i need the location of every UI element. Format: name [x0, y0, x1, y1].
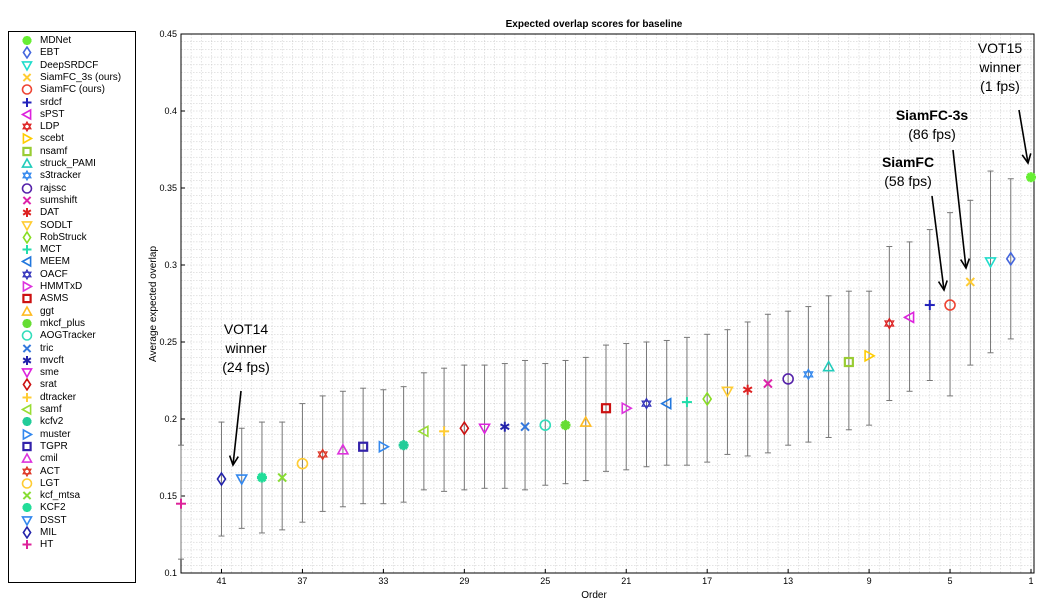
annotation-text: winner — [978, 59, 1021, 75]
annotation-text: (1 fps) — [980, 78, 1020, 94]
y-tick-label: 0.25 — [159, 337, 177, 347]
x-tick-label: 41 — [216, 576, 226, 586]
annotation-text: (86 fps) — [908, 126, 955, 142]
point-dtracker — [439, 426, 450, 437]
error-bar — [886, 246, 893, 402]
error-bar — [542, 363, 549, 486]
error-bar — [461, 364, 468, 491]
x-tick-label: 37 — [297, 576, 307, 586]
y-tick-label: 0.35 — [159, 183, 177, 193]
point-mct — [681, 397, 692, 408]
error-bar — [805, 306, 812, 443]
annotation-text: (58 fps) — [884, 173, 931, 189]
x-tick-label: 21 — [621, 576, 631, 586]
annotation-arrow — [952, 149, 971, 270]
error-bar — [704, 333, 711, 463]
y-tick-label: 0.4 — [164, 106, 177, 116]
point-ht — [176, 498, 186, 509]
y-tick-label: 0.1 — [164, 568, 177, 578]
error-bar — [380, 389, 387, 505]
error-bar — [238, 427, 245, 529]
annotation-text: winner — [224, 340, 267, 356]
error-bar — [947, 212, 954, 397]
error-bar — [603, 344, 609, 472]
annotation-text: VOT14 — [224, 321, 269, 337]
x-tick-label: 13 — [783, 576, 793, 586]
x-tick-label: 17 — [702, 576, 712, 586]
point-mdnet — [1026, 172, 1036, 183]
annotation-arrow — [931, 195, 948, 292]
point-kcfv2 — [398, 440, 409, 451]
x-tick-label: 29 — [459, 576, 469, 586]
annotation-text: SiamFC-3s — [896, 107, 969, 123]
point-mvcft — [499, 421, 510, 432]
y-tick-label: 0.45 — [159, 29, 177, 39]
x-tick-label: 25 — [540, 576, 550, 586]
chart-title: Expected overlap scores for baseline — [506, 19, 683, 30]
x-axis-label: Order — [581, 590, 607, 601]
y-tick-label: 0.2 — [164, 414, 177, 424]
point-mkcf-plus — [560, 420, 571, 431]
annotation-text: VOT15 — [978, 40, 1023, 56]
error-bar — [299, 403, 306, 523]
annotation-text: (24 fps) — [222, 359, 269, 375]
y-tick-label: 0.3 — [164, 260, 177, 270]
y-tick-label: 0.15 — [159, 491, 177, 501]
x-tick-label: 33 — [378, 576, 388, 586]
y-axis-label: Average expected overlap — [148, 246, 159, 362]
error-bar — [1007, 178, 1014, 340]
chart-canvas: Expected overlap scores for baseline Ord… — [148, 19, 1036, 601]
error-bar — [420, 372, 427, 491]
x-tick-label: 5 — [948, 576, 953, 586]
error-bar — [785, 310, 792, 446]
x-tick-label: 1 — [1028, 576, 1033, 586]
point-dat — [742, 384, 753, 395]
point-kcf2 — [256, 472, 267, 483]
annotation-text: SiamFC — [882, 154, 934, 170]
error-bar — [845, 290, 852, 431]
error-bar — [360, 387, 367, 505]
point-srdcf — [924, 300, 935, 311]
x-tick-label: 9 — [867, 576, 872, 586]
